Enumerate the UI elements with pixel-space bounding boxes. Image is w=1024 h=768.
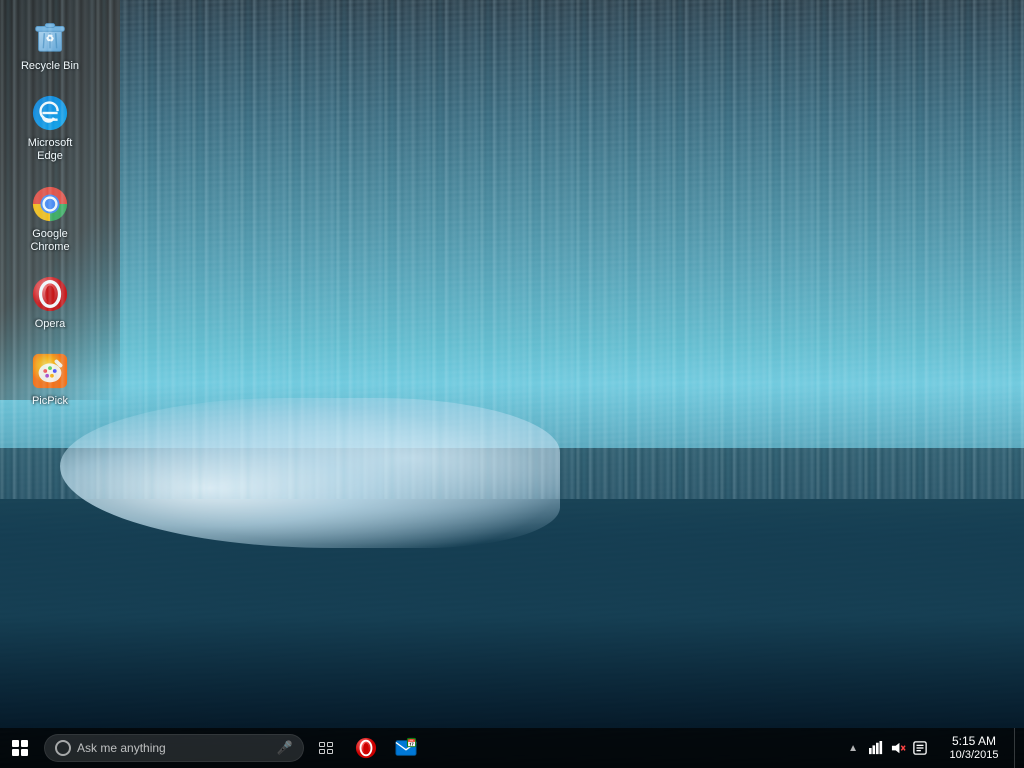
opera-icon[interactable]: Opera <box>10 268 90 337</box>
microphone-icon[interactable]: 🎤 <box>277 740 293 756</box>
google-chrome-icon[interactable]: Google Chrome <box>10 178 90 260</box>
svg-text:♻: ♻ <box>46 34 55 45</box>
search-circle-icon <box>55 740 71 756</box>
clock-date: 10/3/2015 <box>950 749 999 762</box>
snow-area-bg <box>60 398 560 548</box>
tray-icons <box>862 728 934 768</box>
svg-text:📅: 📅 <box>407 738 416 747</box>
water-reflection-bg <box>0 448 1024 728</box>
opera-label: Opera <box>35 318 66 331</box>
show-desktop-button[interactable] <box>1014 728 1020 768</box>
clock[interactable]: 5:15 AM 10/3/2015 <box>934 728 1014 768</box>
picpick-icon[interactable]: PicPick <box>10 345 90 414</box>
task-view-button[interactable] <box>308 728 344 768</box>
recycle-bin-label: Recycle Bin <box>21 60 79 73</box>
system-tray: ▲ <box>844 728 1024 768</box>
desktop-icons: ♻ Recycle Bin <box>10 10 90 414</box>
start-button[interactable] <box>0 728 40 768</box>
search-placeholder: Ask me anything <box>77 741 271 755</box>
recycle-bin-icon[interactable]: ♻ Recycle Bin <box>10 10 90 79</box>
search-bar[interactable]: Ask me anything 🎤 <box>44 734 304 762</box>
windows-logo-icon <box>12 740 28 756</box>
network-icon[interactable] <box>866 728 886 768</box>
taskbar-opera-button[interactable] <box>346 728 386 768</box>
taskbar-pinned-apps: 📅 <box>346 728 426 768</box>
taskbar: Ask me anything 🎤 <box>0 728 1024 768</box>
desktop: ♻ Recycle Bin <box>0 0 1024 768</box>
task-view-icon <box>319 742 333 754</box>
google-chrome-label: Google Chrome <box>14 228 86 254</box>
microsoft-edge-icon[interactable]: Microsoft Edge <box>10 87 90 169</box>
clock-time: 5:15 AM <box>952 734 996 748</box>
picpick-label: PicPick <box>32 395 68 408</box>
tray-expand-button[interactable]: ▲ <box>844 728 862 768</box>
taskbar-mail-button[interactable]: 📅 <box>386 728 426 768</box>
microsoft-edge-label: Microsoft Edge <box>14 137 86 163</box>
action-center-icon[interactable] <box>910 728 930 768</box>
volume-icon[interactable] <box>888 728 908 768</box>
